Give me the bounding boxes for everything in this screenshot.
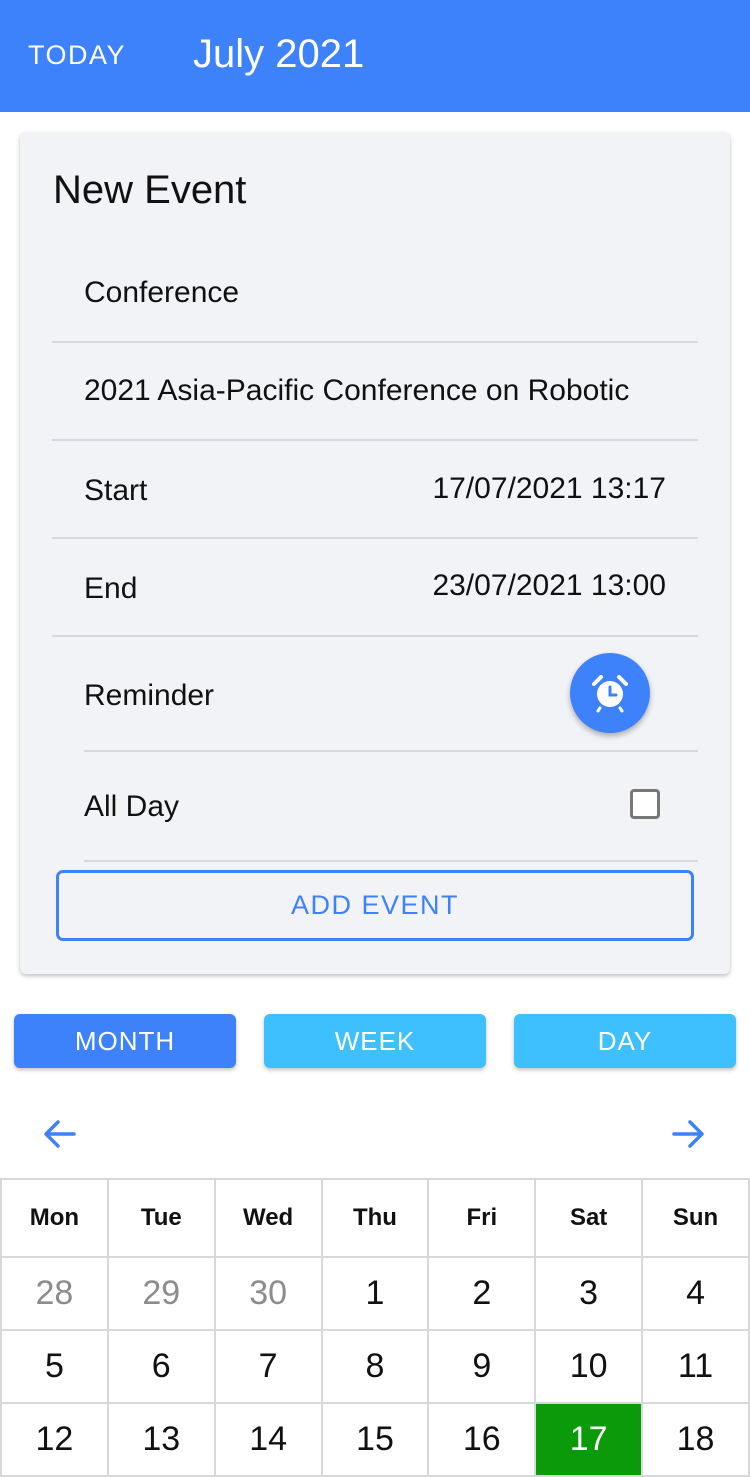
end-value: 23/07/2021 13:00 [432,569,666,602]
day-cell[interactable]: 6 [106,1329,216,1404]
day-cell[interactable]: 28 [0,1256,109,1331]
arrow-right-icon[interactable] [668,1114,708,1154]
day-cell[interactable]: 15 [320,1402,430,1477]
today-day-cell[interactable]: 17 [534,1402,644,1477]
day-cell[interactable]: 11 [641,1329,750,1404]
weekday-header: Sun [641,1178,750,1258]
weekday-header: Tue [106,1178,216,1258]
all-day-row: All Day [84,752,698,862]
weekday-header: Fri [427,1178,537,1258]
event-description-value: 2021 Asia-Pacific Conference on Robotic [84,374,630,407]
add-event-button[interactable]: ADD EVENT [56,870,694,941]
weekday-header: Sat [534,1178,644,1258]
day-cell[interactable]: 29 [106,1256,216,1331]
event-title-value: Conference [84,276,240,309]
month-view-button[interactable]: MONTH [14,1014,236,1068]
alarm-clock-icon [592,675,628,713]
end-label: End [84,572,138,605]
weekday-header: Thu [320,1178,430,1258]
day-cell[interactable]: 7 [213,1329,323,1404]
week-view-button[interactable]: WEEK [264,1014,486,1068]
app-bar: TODAY July 2021 [0,0,750,112]
day-cell[interactable]: 1 [320,1256,430,1331]
reminder-label: Reminder [84,679,215,712]
day-cell[interactable]: 18 [641,1402,750,1477]
arrow-left-icon[interactable] [40,1114,80,1154]
event-title-field[interactable]: Conference [52,244,698,343]
weekday-header-row: Mon Tue Wed Thu Fri Sat Sun [0,1178,750,1258]
day-cell[interactable]: 9 [427,1329,537,1404]
day-cell[interactable]: 5 [0,1329,109,1404]
day-cell[interactable]: 2 [427,1256,537,1331]
new-event-card: New Event Conference 2021 Asia-Pacific C… [20,132,730,974]
day-cell[interactable]: 8 [320,1329,430,1404]
all-day-checkbox[interactable] [630,789,660,819]
start-value: 17/07/2021 13:17 [432,472,666,505]
day-cell[interactable]: 12 [0,1402,109,1477]
day-cell[interactable]: 4 [641,1256,750,1331]
start-label: Start [84,474,148,507]
reminder-row: Reminder [84,637,698,752]
calendar-week-row: 28 29 30 1 2 3 4 [0,1256,750,1331]
day-cell[interactable]: 10 [534,1329,644,1404]
calendar-week-row: 12 13 14 15 16 17 18 [0,1402,750,1477]
weekday-header: Wed [213,1178,323,1258]
reminder-button[interactable] [570,653,650,733]
card-title: New Event [53,168,247,212]
event-description-field[interactable]: 2021 Asia-Pacific Conference on Robotic [52,343,698,441]
day-cell[interactable]: 30 [213,1256,323,1331]
month-title: July 2021 [193,32,365,76]
all-day-label: All Day [84,790,180,823]
today-button[interactable]: TODAY [28,40,126,71]
day-view-button[interactable]: DAY [514,1014,736,1068]
calendar-week-row: 5 6 7 8 9 10 11 [0,1329,750,1404]
day-cell[interactable]: 3 [534,1256,644,1331]
month-calendar: Mon Tue Wed Thu Fri Sat Sun 28 29 30 1 2… [0,1178,750,1477]
day-cell[interactable]: 13 [106,1402,216,1477]
start-datetime-field[interactable]: Start 17/07/2021 13:17 [52,441,698,539]
day-cell[interactable]: 16 [427,1402,537,1477]
weekday-header: Mon [0,1178,109,1258]
day-cell[interactable]: 14 [213,1402,323,1477]
end-datetime-field[interactable]: End 23/07/2021 13:00 [52,539,698,637]
